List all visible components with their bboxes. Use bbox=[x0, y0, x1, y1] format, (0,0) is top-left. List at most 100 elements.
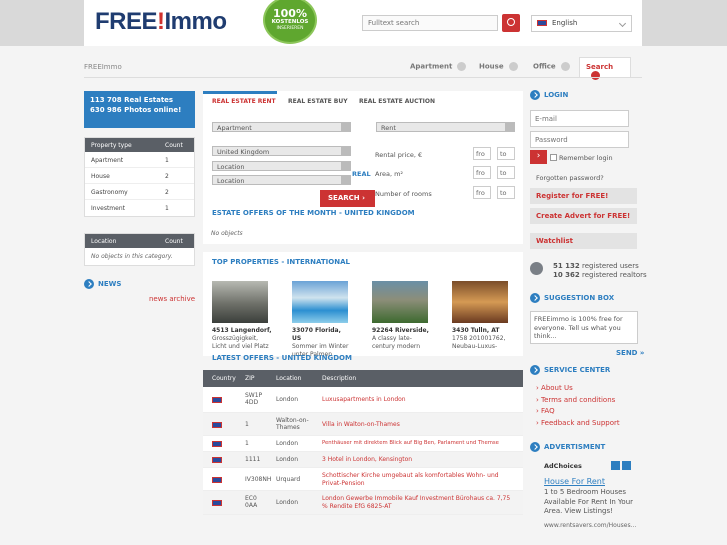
property-photo[interactable] bbox=[452, 281, 508, 323]
terms-link[interactable]: Terms and conditions bbox=[536, 395, 620, 407]
property-photo[interactable] bbox=[212, 281, 268, 323]
news-archive-link[interactable]: news archive bbox=[149, 295, 195, 303]
adchoices-label[interactable]: AdChoices bbox=[544, 462, 582, 470]
uk-flag-icon bbox=[212, 422, 222, 428]
tab-buy[interactable]: REAL ESTATE BUY bbox=[288, 98, 348, 105]
language-select[interactable]: English bbox=[531, 15, 632, 32]
nav-search[interactable]: Search bbox=[579, 57, 631, 80]
table-header: Property type Count bbox=[85, 138, 194, 152]
property-card[interactable]: 92264 Riverside, A classy late-century mo… bbox=[372, 281, 432, 351]
table-header: Country ZIP Location Description bbox=[203, 370, 523, 387]
tab-rent[interactable]: REAL ESTATE RENT bbox=[212, 98, 276, 105]
top-properties-heading: TOP PROPERTIES - INTERNATIONAL bbox=[212, 258, 350, 266]
email-field[interactable] bbox=[530, 110, 629, 127]
about-us-link[interactable]: About Us bbox=[536, 383, 620, 395]
rooms-label: Number of rooms bbox=[375, 190, 432, 198]
ad-prev-icon[interactable] bbox=[611, 461, 620, 470]
table-row[interactable]: IV308NH Urquard Schottischer Kirche umgeba… bbox=[203, 468, 523, 491]
table-row[interactable]: SW1P 4DD London Luxusapartments in London bbox=[203, 387, 523, 413]
user-stats: 51 132 registered users 10 362 registere… bbox=[553, 262, 647, 279]
real-label: REAL bbox=[352, 170, 371, 178]
uk-flag-icon bbox=[212, 477, 222, 483]
suggestion-heading: SUGGESTION BOX bbox=[530, 293, 614, 303]
property-type-panel: Property type Count Apartment 1 House 2 Gas… bbox=[84, 137, 195, 217]
table-row[interactable]: 1111 London 3 Hotel in London, Kensington bbox=[203, 452, 523, 468]
offers-month-box bbox=[203, 224, 523, 244]
breadcrumb[interactable]: FREEImmo bbox=[84, 63, 122, 71]
chevron-right-icon bbox=[530, 293, 540, 303]
divider bbox=[84, 77, 642, 78]
area-label: Area, m² bbox=[375, 170, 404, 178]
uk-flag-icon bbox=[212, 397, 222, 403]
location-select-2[interactable]: Location bbox=[212, 175, 351, 185]
suggestion-textarea[interactable]: FREEimmo is 100% free for everyone. Tell… bbox=[530, 311, 638, 344]
offer-type-select[interactable]: Rent bbox=[376, 122, 515, 132]
uk-flag-icon bbox=[212, 457, 222, 463]
empty-message: No objects in this category. bbox=[91, 253, 173, 260]
create-advert-button[interactable]: Create Advert for FREE! bbox=[530, 208, 637, 224]
area-from-input[interactable]: fro bbox=[473, 166, 491, 179]
chevron-down-icon bbox=[618, 19, 627, 28]
ad-headline[interactable]: House For Rent bbox=[544, 477, 605, 486]
fulltext-search-input[interactable] bbox=[362, 15, 498, 31]
chevron-right-icon bbox=[530, 442, 540, 452]
location-select-1[interactable]: Location bbox=[212, 161, 351, 171]
list-item[interactable]: House 2 bbox=[85, 168, 194, 184]
rooms-from-input[interactable]: fro bbox=[473, 186, 491, 199]
latest-offers-table: Country ZIP Location Description SW1P 4D… bbox=[203, 370, 523, 515]
table-row[interactable]: 1 London Penthäuser mit direktem Blick auf… bbox=[203, 436, 523, 452]
service-center-heading: SERVICE CENTER bbox=[530, 365, 610, 375]
ad-body: 1 to 5 Bedroom Houses Available For Rent… bbox=[544, 488, 634, 515]
chevron-right-icon bbox=[530, 90, 540, 100]
property-card[interactable]: 3430 Tulln, AT 1758 201001762, Neubau-Lux… bbox=[452, 281, 512, 351]
header: FREE!Immo 100% KOSTENLOS INSERIEREN Engl… bbox=[84, 0, 642, 46]
table-row[interactable]: 1 Walton-on-Thames Villa in Walton-on-Tham… bbox=[203, 413, 523, 436]
latest-offers-heading: LATEST OFFERS - UNITED KINGDOM bbox=[212, 354, 352, 362]
remember-checkbox[interactable] bbox=[550, 154, 557, 161]
ad-next-icon[interactable] bbox=[622, 461, 631, 470]
service-links: About Us Terms and conditions FAQ Feedba… bbox=[536, 383, 620, 429]
list-item[interactable]: Investment 1 bbox=[85, 200, 194, 216]
table-header: Location Count bbox=[85, 234, 194, 248]
table-row[interactable]: EC0 0AA London London Gewerbe Immobile Kau… bbox=[203, 491, 523, 515]
property-photo[interactable] bbox=[292, 281, 348, 323]
ad-url[interactable]: www.rentsavers.com/Houses... bbox=[544, 522, 636, 529]
login-button[interactable]: › bbox=[530, 150, 547, 164]
remember-label: Remember login bbox=[559, 154, 613, 162]
site-logo[interactable]: FREE!Immo bbox=[95, 8, 227, 36]
price-to-input[interactable]: to bbox=[497, 147, 515, 160]
list-item[interactable]: Apartment 1 bbox=[85, 152, 194, 168]
free-badge: 100% KOSTENLOS INSERIEREN bbox=[263, 0, 317, 44]
watchlist-button[interactable]: Watchlist bbox=[530, 233, 637, 249]
price-from-input[interactable]: fro bbox=[473, 147, 491, 160]
property-card[interactable]: 4513 Langendorf, Grosszügigkeit, Licht un… bbox=[212, 281, 272, 351]
register-button[interactable]: Register for FREE! bbox=[530, 188, 637, 204]
tab-auction[interactable]: REAL ESTATE AUCTION bbox=[359, 98, 435, 105]
empty-message: No objects bbox=[211, 230, 243, 237]
stats-box: 113 708 Real Estates 630 986 Photos onli… bbox=[84, 91, 195, 128]
rooms-to-input[interactable]: to bbox=[497, 186, 515, 199]
nav-apartment[interactable]: Apartment bbox=[410, 62, 467, 71]
country-select[interactable]: United Kingdom bbox=[212, 146, 351, 156]
nav-house[interactable]: House bbox=[479, 62, 518, 71]
news-heading: NEWS bbox=[84, 279, 121, 289]
uk-flag-icon bbox=[212, 441, 222, 447]
search-icon[interactable] bbox=[502, 14, 520, 32]
chevron-right-icon bbox=[530, 365, 540, 375]
list-item[interactable]: Gastronomy 2 bbox=[85, 184, 194, 200]
users-icon bbox=[530, 262, 543, 275]
property-card[interactable]: 33070 Florida, US Sommer im Winter unter … bbox=[292, 281, 352, 359]
price-label: Rental price, € bbox=[375, 151, 423, 159]
property-type-select[interactable]: Apartment bbox=[212, 122, 351, 132]
forgot-password-link[interactable]: Forgotten password? bbox=[536, 174, 604, 182]
area-to-input[interactable]: to bbox=[497, 166, 515, 179]
advertisement-heading: ADVERTISMENT bbox=[530, 442, 605, 452]
property-photo[interactable] bbox=[372, 281, 428, 323]
chevron-right-icon bbox=[84, 279, 94, 289]
search-button[interactable]: SEARCH › bbox=[320, 190, 375, 207]
nav-office[interactable]: Office bbox=[533, 62, 570, 71]
send-button[interactable]: SEND » bbox=[616, 349, 644, 357]
password-field[interactable] bbox=[530, 131, 629, 148]
feedback-link[interactable]: Feedback and Support bbox=[536, 418, 620, 430]
faq-link[interactable]: FAQ bbox=[536, 406, 620, 418]
